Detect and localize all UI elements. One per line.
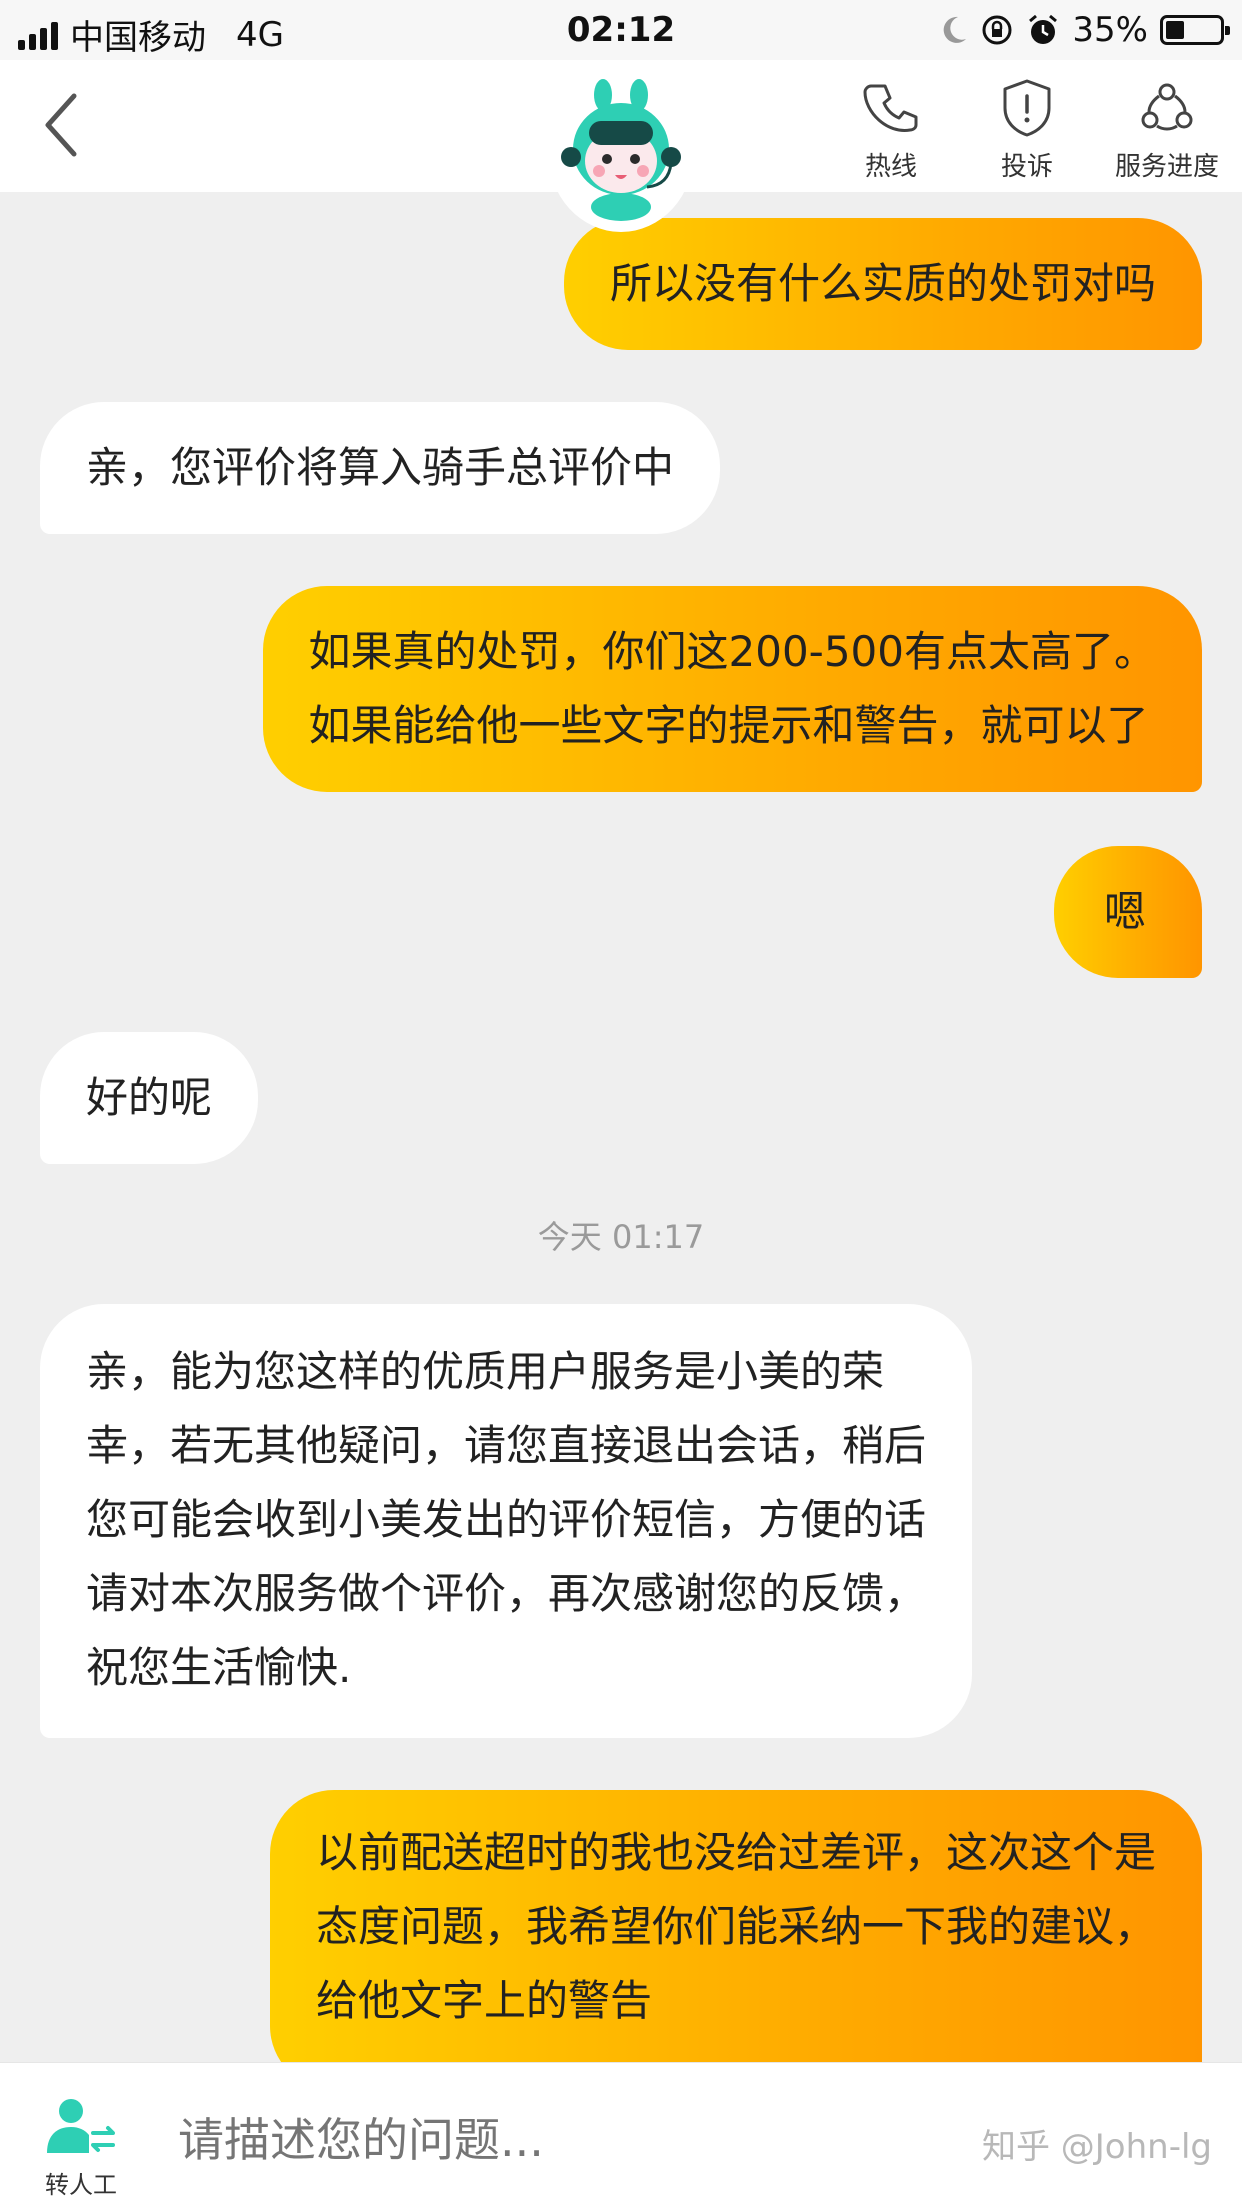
chat-timestamp: 今天 01:17	[537, 1218, 705, 1256]
battery-percent: 35%	[1072, 10, 1148, 50]
back-button[interactable]	[40, 90, 100, 160]
watermark: 知乎 @John-lg	[981, 2127, 1212, 2167]
phone-icon	[863, 84, 918, 132]
shield-alert-icon	[1003, 79, 1051, 137]
message-text: 您可能会收到小美发出的评价短信，方便的话	[86, 1495, 927, 1544]
message-bubble-user: 以前配送超时的我也没给过差评，这次这个是 态度问题，我希望你们能采纳一下我的建议…	[269, 1790, 1202, 2062]
message-text: 好的呢	[86, 1073, 213, 1122]
complaint-label: 投诉	[1000, 152, 1053, 182]
message-text: 请对本次服务做个评价，再次感谢您的反馈，	[86, 1569, 927, 1618]
message-text: 以前配送超时的我也没给过差评，这次这个是	[315, 1828, 1156, 1877]
message-text: 给他文字上的警告	[315, 1976, 652, 2025]
complaint-button[interactable]: 投诉	[962, 76, 1092, 183]
mascot-icon	[561, 79, 681, 221]
message-text: 如果能给他一些文字的提示和警告，就可以了	[308, 701, 1149, 750]
message-text: 嗯	[1103, 887, 1146, 936]
battery-icon	[1160, 15, 1230, 45]
message-bubble-bot: 好的呢	[40, 1032, 259, 1164]
message-text: 幸，若无其他疑问，请您直接退出会话，稍后	[86, 1421, 927, 1470]
message-bubble-bot: 亲，能为您这样的优质用户服务是小美的荣 幸，若无其他疑问，请您直接退出会话，稍后…	[40, 1304, 973, 1738]
hotline-button[interactable]: 热线	[826, 76, 956, 183]
message-text: 如果真的处罚，你们这200-500有点太高了。	[308, 627, 1157, 676]
hotline-label: 热线	[864, 152, 917, 182]
message-text: 态度问题，我希望你们能采纳一下我的建议，	[315, 1902, 1156, 1951]
service-progress-button[interactable]: 服务进度	[1102, 76, 1232, 183]
message-text: 祝您生活愉快.	[86, 1643, 352, 1692]
moon-icon	[944, 16, 967, 43]
message-text: 亲，您评价将算入骑手总评价中	[86, 443, 675, 492]
chevron-left-icon	[45, 93, 77, 157]
assistant-avatar	[548, 72, 694, 232]
agent-transfer-icon	[47, 2099, 115, 2153]
message-bubble-user: 嗯	[1053, 846, 1202, 978]
chat-area[interactable]: 所以没有什么实质的处罚对吗 亲，您评价将算入骑手总评价中 如果真的处罚，你们这2…	[0, 192, 1242, 2062]
message-bubble-bot: 亲，您评价将算入骑手总评价中	[40, 402, 721, 534]
message-bubble-user: 所以没有什么实质的处罚对吗	[563, 218, 1202, 350]
input-bar: 转人工 知乎 @John-lg	[0, 2062, 1242, 2208]
alarm-icon	[1029, 14, 1058, 44]
transfer-label: 转人工	[45, 2171, 117, 2199]
message-bubble-user: 如果真的处罚，你们这200-500有点太高了。 如果能给他一些文字的提示和警告，…	[262, 586, 1202, 792]
progress-cycle-icon	[1141, 83, 1193, 131]
status-bar: 中国移动 4G 02:12 35%	[0, 0, 1242, 60]
message-text: 亲，能为您这样的优质用户服务是小美的荣	[86, 1347, 885, 1396]
message-input[interactable]	[178, 2105, 938, 2175]
transfer-to-agent-button[interactable]: 转人工	[36, 2097, 126, 2200]
rotation-lock-icon	[982, 15, 1012, 45]
message-text: 所以没有什么实质的处罚对吗	[609, 259, 1156, 308]
status-right: 35%	[942, 10, 1230, 50]
service-progress-label: 服务进度	[1114, 152, 1219, 182]
